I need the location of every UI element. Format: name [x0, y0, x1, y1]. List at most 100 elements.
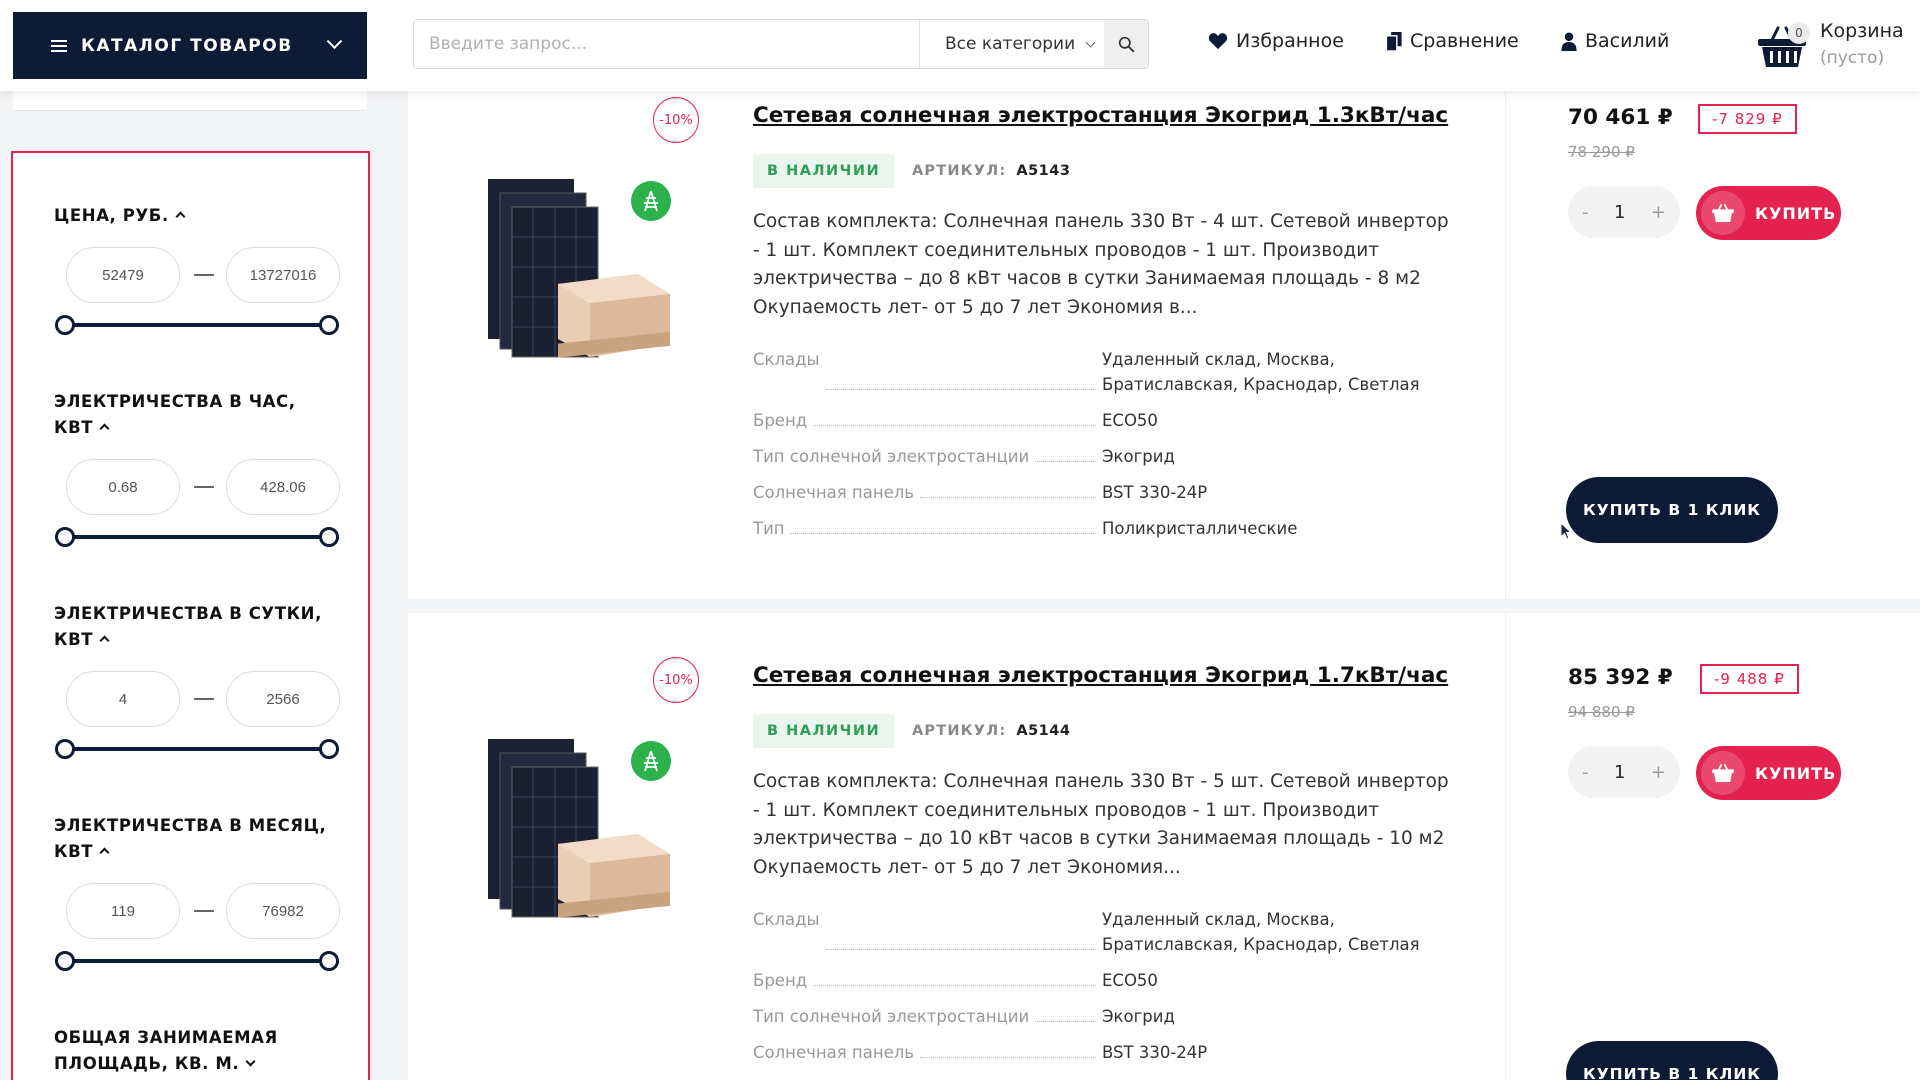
product-title-link[interactable]: Сетевая солнечная электростанция Экогрид… — [753, 103, 1448, 128]
buy-one-click-button[interactable]: КУПИТЬ В 1 КЛИК — [1566, 1041, 1778, 1080]
product-description: Состав комплекта: Солнечная панель 330 В… — [753, 771, 1449, 878]
favorites-link[interactable]: Избранное — [1208, 30, 1344, 52]
slider-track — [64, 959, 320, 963]
cart-button[interactable]: 0 Корзина (пусто) — [1758, 18, 1918, 78]
range-min-input[interactable]: 119 — [66, 883, 180, 939]
range-min-input[interactable]: 4 — [66, 671, 180, 727]
range-max-input[interactable]: 76982 — [226, 883, 340, 939]
property-row: Склады Удаленный склад, Москва, Братислав… — [753, 347, 1453, 397]
compare-link[interactable]: Сравнение — [1386, 30, 1519, 52]
range-max-input[interactable]: 13727016 — [226, 247, 340, 303]
range-separator — [194, 486, 214, 488]
range-slider[interactable] — [54, 313, 344, 337]
heart-icon — [1208, 33, 1228, 50]
slider-track — [64, 323, 320, 327]
saving-badge: -9 488 ₽ — [1700, 664, 1799, 694]
catalog-button[interactable]: КАТАЛОГ ТОВАРОВ — [13, 12, 367, 79]
filter-title[interactable]: ОБЩАЯ ЗАНИМАЕМАЯ ПЛОЩАДЬ, КВ. М. — [54, 1025, 314, 1077]
range-min-input[interactable]: 0.68 — [66, 459, 180, 515]
filter-panel: ЦЕНА, РУБ. 52479 13727016 ЭЛЕКТРИЧЕСТВА … — [11, 151, 370, 1080]
quantity-stepper: - 1 + — [1568, 186, 1680, 238]
property-row: Тип Поликристаллические — [753, 516, 1453, 541]
current-price: 70 461 ₽ — [1568, 105, 1673, 130]
search-button[interactable] — [1104, 20, 1148, 68]
basket-icon — [1712, 204, 1734, 222]
product-title-link[interactable]: Сетевая солнечная электростанция Экогрид… — [753, 663, 1448, 688]
chevron-down-icon — [326, 33, 342, 50]
filter-title[interactable]: ЭЛЕКТРИЧЕСТВА В МЕСЯЦ, КВТ — [54, 813, 334, 865]
product-card: -10% Сетевая солнечная электростанция Эк… — [408, 613, 1920, 1080]
stock-status-badge: В НАЛИЧИИ — [753, 714, 895, 748]
quantity-increase-button[interactable]: + — [1651, 762, 1666, 783]
buy-one-click-button[interactable]: КУПИТЬ В 1 КЛИК — [1566, 477, 1778, 543]
basket-icon — [1712, 764, 1734, 782]
site-header: КАТАЛОГ ТОВАРОВ Все категории Избранное … — [0, 0, 1920, 91]
range-min-input[interactable]: 52479 — [66, 247, 180, 303]
compare-label: Сравнение — [1410, 30, 1519, 52]
search-bar: Все категории — [413, 19, 1149, 69]
current-price: 85 392 ₽ — [1568, 665, 1673, 690]
mouse-cursor-icon — [1560, 522, 1572, 540]
property-row: Тип солнечной электростанции Экогрид — [753, 1004, 1453, 1029]
slider-max-handle[interactable] — [319, 951, 339, 971]
product-sku: АРТИКУЛ: A5143 — [912, 163, 1071, 179]
range-slider[interactable] — [54, 949, 339, 973]
search-category-value: Все категории — [945, 34, 1076, 54]
search-input[interactable] — [414, 20, 919, 68]
catalog-button-label: КАТАЛОГ ТОВАРОВ — [81, 35, 293, 56]
user-link[interactable]: Василий — [1561, 30, 1669, 52]
slider-track — [64, 535, 320, 539]
quantity-stepper: - 1 + — [1568, 746, 1680, 798]
slider-min-handle[interactable] — [55, 739, 75, 759]
eco-power-icon — [644, 750, 658, 772]
slider-max-handle[interactable] — [319, 527, 339, 547]
buy-button[interactable]: КУПИТЬ — [1696, 746, 1841, 800]
quantity-decrease-button[interactable]: - — [1582, 762, 1589, 783]
quantity-value[interactable]: 1 — [1614, 762, 1625, 783]
filter-title[interactable]: ЭЛЕКТРИЧЕСТВА В ЧАС, КВТ — [54, 389, 324, 441]
slider-max-handle[interactable] — [319, 315, 339, 335]
property-row: Бренд ECO50 — [753, 408, 1453, 433]
property-row: Склады Удаленный склад, Москва, Братислав… — [753, 907, 1453, 957]
filter-power-day: ЭЛЕКТРИЧЕСТВА В СУТКИ, КВТ 4 2566 — [54, 601, 340, 761]
buy-button[interactable]: КУПИТЬ — [1696, 186, 1841, 240]
chevron-up-icon — [99, 635, 110, 646]
quantity-increase-button[interactable]: + — [1651, 202, 1666, 223]
slider-track — [64, 747, 320, 751]
property-row: Солнечная панель BST 330-24P — [753, 1040, 1453, 1065]
cart-label: Корзина — [1820, 20, 1904, 42]
filter-power-month: ЭЛЕКТРИЧЕСТВА В МЕСЯЦ, КВТ 119 76982 — [54, 813, 340, 973]
chevron-down-icon — [1085, 37, 1096, 47]
old-price: 94 880 ₽ — [1568, 703, 1635, 721]
compare-icon — [1386, 31, 1402, 51]
range-slider[interactable] — [54, 525, 339, 549]
filter-title[interactable]: ЦЕНА, РУБ. — [54, 203, 344, 229]
quantity-decrease-button[interactable]: - — [1582, 202, 1589, 223]
cart-count-badge: 0 — [1788, 22, 1810, 44]
eco-power-badge — [631, 181, 671, 221]
filter-area: ОБЩАЯ ЗАНИМАЕМАЯ ПЛОЩАДЬ, КВ. М. — [54, 1025, 314, 1077]
range-max-input[interactable]: 2566 — [226, 671, 340, 727]
slider-min-handle[interactable] — [55, 315, 75, 335]
range-separator — [194, 910, 214, 912]
chevron-up-icon — [99, 423, 110, 434]
filter-price: ЦЕНА, РУБ. 52479 13727016 — [54, 203, 344, 337]
saving-badge: -7 829 ₽ — [1698, 104, 1797, 134]
product-description: Состав комплекта: Солнечная панель 330 В… — [753, 211, 1449, 318]
discount-badge: -10% — [653, 97, 699, 143]
range-slider[interactable] — [54, 737, 339, 761]
slider-min-handle[interactable] — [55, 527, 75, 547]
slider-min-handle[interactable] — [55, 951, 75, 971]
eco-power-icon — [644, 190, 658, 212]
buy-button-label: КУПИТЬ — [1755, 203, 1837, 223]
quantity-value[interactable]: 1 — [1614, 202, 1625, 223]
menu-icon — [51, 39, 67, 52]
slider-max-handle[interactable] — [319, 739, 339, 759]
sidebar-top-block — [13, 91, 367, 111]
range-max-input[interactable]: 428.06 — [226, 459, 340, 515]
search-icon — [1118, 36, 1134, 52]
chevron-down-icon — [245, 1056, 256, 1067]
user-icon — [1561, 31, 1577, 51]
filter-title[interactable]: ЭЛЕКТРИЧЕСТВА В СУТКИ, КВТ — [54, 601, 334, 653]
search-category-select[interactable]: Все категории — [919, 20, 1104, 68]
